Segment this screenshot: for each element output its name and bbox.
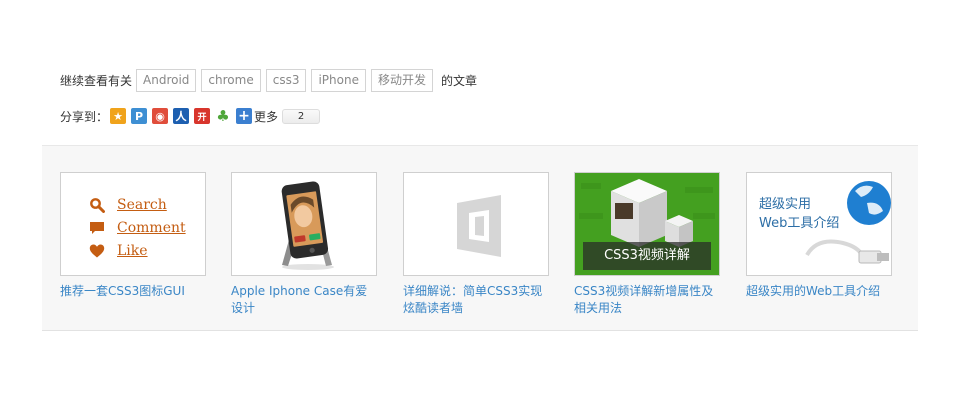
like-link[interactable]: Like — [117, 243, 148, 259]
share-count-badge: 2 — [282, 108, 321, 124]
kaixin-icon[interactable]: 开 — [194, 108, 211, 124]
related-card-css3-video: CSS3视频详解 CSS3视频详解新增属性及相关用法 — [574, 172, 720, 317]
share-more-button[interactable]: 更多 — [254, 108, 278, 125]
clover-icon[interactable]: ♣ — [215, 107, 232, 125]
related-card-web-tools: 超级实用 Web工具介绍 超级实用的Web工具介绍 — [746, 172, 892, 300]
caption-iphone-case[interactable]: Apple Iphone Case有爱设计 — [231, 283, 377, 317]
related-card-iphone-case: Apple Iphone Case有爱设计 — [231, 172, 377, 317]
css3-video-overlay: CSS3视频详解 — [583, 242, 711, 270]
web-tools-title-line1: 超级实用 — [759, 197, 812, 212]
tag-mobile-dev[interactable]: 移动开发 — [370, 69, 433, 92]
caption-web-tools[interactable]: 超级实用的Web工具介绍 — [746, 283, 892, 300]
related-card-css3-icons: Search Comment Like 推荐一套CSS3图标GUI — [60, 172, 206, 300]
tags-suffix: 的文章 — [441, 74, 478, 88]
comment-link[interactable]: Comment — [117, 220, 186, 236]
search-link[interactable]: Search — [117, 197, 167, 213]
caption-css3-icons[interactable]: 推荐一套CSS3图标GUI — [60, 283, 206, 300]
web-tools-title: 超级实用 Web工具介绍 — [759, 195, 839, 233]
caption-css3-video[interactable]: CSS3视频详解新增属性及相关用法 — [574, 283, 720, 317]
tags-prefix: 继续查看有关 — [60, 74, 133, 88]
share-bar: 分享到： ★ P ◉ 人 开 ♣ + 更多 2 — [60, 107, 321, 125]
thumbnail-css3-icons[interactable]: Search Comment Like — [60, 172, 206, 276]
qzone-icon[interactable]: ★ — [110, 108, 127, 124]
related-articles-panel: Search Comment Like 推荐一套CSS3图标GUI Apple … — [42, 145, 918, 331]
tag-iphone[interactable]: iPhone — [311, 69, 366, 92]
sina-weibo-icon[interactable]: ◉ — [152, 108, 169, 124]
web-tools-title-line2: Web工具介绍 — [759, 216, 840, 231]
more-share-icon[interactable]: + — [236, 108, 253, 124]
thumbnail-css3-video[interactable]: CSS3视频详解 — [574, 172, 720, 276]
comment-icon — [90, 221, 104, 234]
renren-icon[interactable]: 人 — [173, 108, 190, 124]
thumbnail-reader-wall[interactable] — [403, 172, 549, 276]
thumbnail-web-tools[interactable]: 超级实用 Web工具介绍 — [746, 172, 892, 276]
search-icon — [90, 197, 105, 213]
iphone-image — [281, 181, 334, 270]
related-tags-row: 继续查看有关 Android chrome css3 iPhone 移动开发 的… — [60, 69, 477, 92]
heart-icon — [89, 244, 105, 257]
tag-css3[interactable]: css3 — [265, 69, 307, 92]
share-label: 分享到： — [60, 109, 109, 124]
tag-chrome[interactable]: chrome — [201, 69, 261, 92]
tag-android[interactable]: Android — [136, 69, 197, 92]
placeholder-image-icon — [457, 195, 501, 257]
tencent-weibo-icon[interactable]: P — [131, 108, 148, 124]
related-card-reader-wall: 详细解说：简单CSS3实现炫酷读者墙 — [403, 172, 549, 317]
thumbnail-iphone-case[interactable] — [231, 172, 377, 276]
caption-reader-wall[interactable]: 详细解说：简单CSS3实现炫酷读者墙 — [403, 283, 549, 317]
